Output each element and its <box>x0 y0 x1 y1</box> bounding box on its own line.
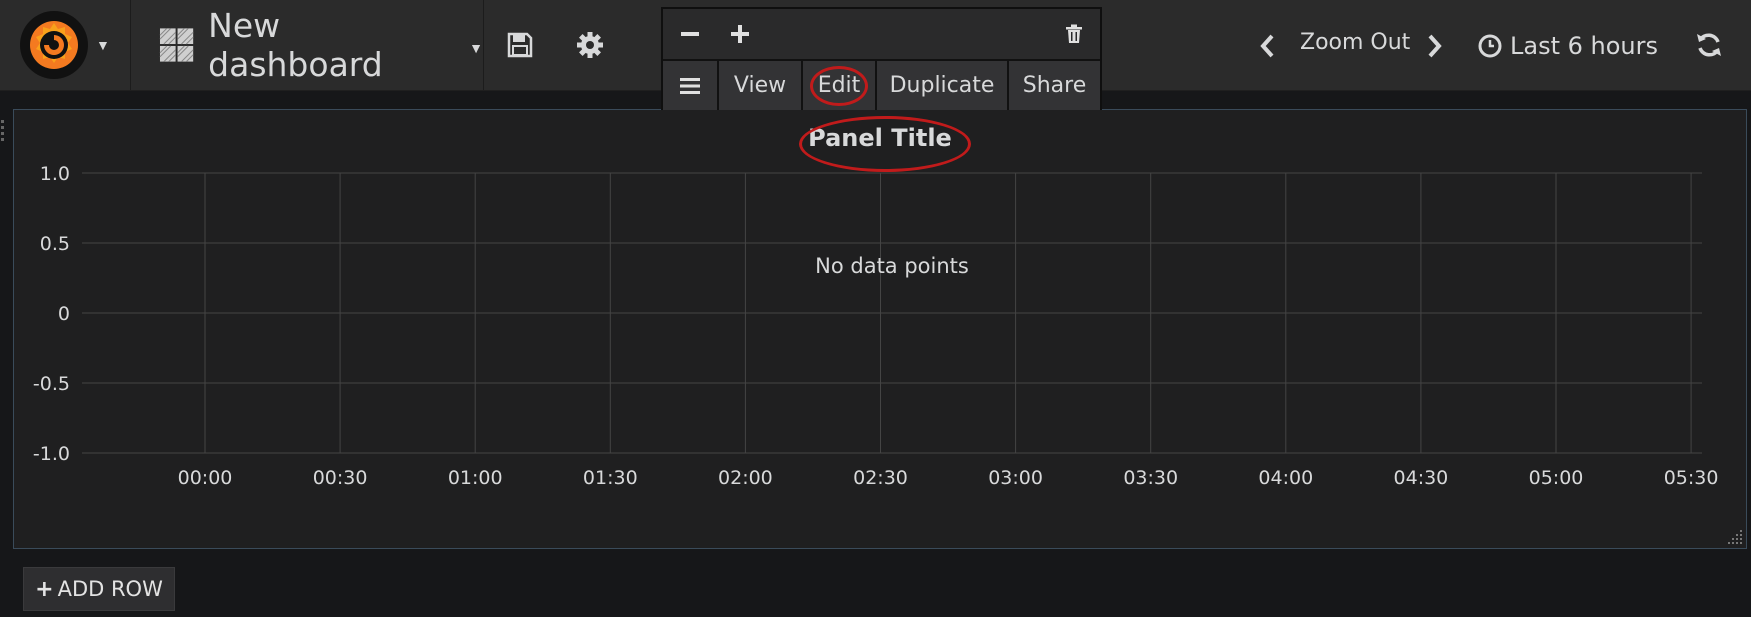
grafana-menu-button[interactable]: ▼ <box>0 0 131 90</box>
refresh-icon <box>1697 33 1721 57</box>
minus-icon <box>681 32 699 36</box>
panel-edit-button[interactable]: Edit <box>803 61 877 110</box>
grafana-logo-icon <box>20 11 88 79</box>
y-tick-label: 0.5 <box>40 233 70 255</box>
graph-panel: Panel Title 1.0 0.5 0 -0.5 -1.0 00:00 00:30 01:… <box>13 109 1747 549</box>
x-tick-label: 05:00 <box>1529 467 1584 489</box>
panel-view-button[interactable]: View <box>719 61 803 110</box>
x-tick-label: 00:30 <box>313 467 368 489</box>
chevron-right-icon <box>1428 34 1442 58</box>
panel-menu: View Edit Duplicate Share <box>661 7 1102 110</box>
panel-duplicate-button[interactable]: Duplicate <box>877 61 1009 110</box>
y-tick-label: 0 <box>58 303 70 325</box>
no-data-message: No data points <box>815 254 969 278</box>
resize-handle-icon[interactable] <box>1728 530 1744 546</box>
x-tick-label: 01:30 <box>583 467 638 489</box>
clock-icon <box>1478 34 1502 58</box>
caret-down-icon: ▼ <box>469 40 483 56</box>
add-row-button[interactable]: + ADD ROW <box>23 567 175 611</box>
save-dashboard-button[interactable] <box>500 25 540 65</box>
increase-span-button[interactable] <box>725 19 755 49</box>
dashboard-title: New dashboard <box>208 6 383 84</box>
time-shift-forward-button[interactable] <box>1420 28 1450 64</box>
hamburger-icon <box>680 77 700 94</box>
trash-icon <box>1066 24 1082 43</box>
time-range-picker[interactable]: Last 6 hours <box>1478 28 1658 64</box>
remove-panel-button[interactable] <box>1059 19 1089 49</box>
y-tick-label: -1.0 <box>33 443 70 465</box>
y-tick-label: -0.5 <box>33 373 70 395</box>
x-tick-label: 02:30 <box>853 467 908 489</box>
time-range-label: Last 6 hours <box>1510 32 1658 60</box>
panel-share-button[interactable]: Share <box>1009 61 1100 110</box>
x-tick-label: 02:00 <box>718 467 773 489</box>
caret-down-icon: ▼ <box>96 37 110 53</box>
x-tick-label: 03:00 <box>988 467 1043 489</box>
x-tick-label: 00:00 <box>178 467 233 489</box>
x-tick-label: 03:30 <box>1123 467 1178 489</box>
y-tick-label: 1.0 <box>40 163 70 185</box>
refresh-button[interactable] <box>1690 26 1728 64</box>
add-row-label: ADD ROW <box>57 577 163 601</box>
x-tick-label: 04:30 <box>1394 467 1449 489</box>
decrease-span-button[interactable] <box>675 19 705 49</box>
save-icon <box>507 32 533 58</box>
panel-menu-toolbar <box>663 9 1100 61</box>
dashboard-grid-icon <box>159 28 194 62</box>
panel-extra-menu-button[interactable] <box>663 61 719 110</box>
dashboard-settings-button[interactable] <box>570 25 610 65</box>
x-tick-label: 04:00 <box>1258 467 1313 489</box>
gear-icon <box>577 32 603 58</box>
x-tick-label: 01:00 <box>448 467 503 489</box>
panel-menu-actions: View Edit Duplicate Share <box>663 61 1100 110</box>
graph-chart: 1.0 0.5 0 -0.5 -1.0 00:00 00:30 01:00 01:30 02:00… <box>33 163 1719 489</box>
plus-icon <box>731 25 749 43</box>
plus-icon: + <box>35 576 54 602</box>
x-tick-label: 05:30 <box>1664 467 1719 489</box>
dashboard-title-dropdown[interactable]: New dashboard ▼ <box>131 0 484 90</box>
chevron-left-icon <box>1260 34 1274 58</box>
time-shift-back-button[interactable] <box>1252 28 1282 64</box>
panel-edit-label: Edit <box>817 73 861 98</box>
zoom-out-button[interactable]: Zoom Out <box>1300 30 1410 55</box>
row-drag-handle-icon[interactable] <box>0 118 8 148</box>
